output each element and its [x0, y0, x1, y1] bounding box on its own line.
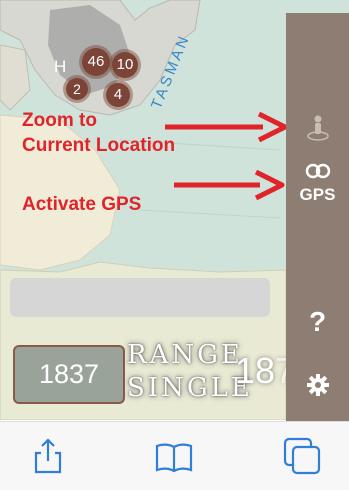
cluster-46[interactable]: 46: [82, 48, 110, 76]
settings-button[interactable]: [286, 373, 349, 403]
cluster-2[interactable]: 2: [66, 78, 88, 100]
cluster-count: 4: [113, 86, 123, 103]
annotation-zoom: Zoom to Current Location: [22, 108, 175, 158]
mode-single[interactable]: SINGLE: [127, 373, 253, 403]
share-icon: [34, 438, 62, 474]
bookmarks-button[interactable]: [154, 436, 194, 476]
help-icon: ?: [308, 306, 327, 337]
gear-icon: [306, 374, 329, 396]
bookmarks-icon: [155, 443, 193, 473]
cluster-count: 2: [73, 81, 81, 97]
browser-toolbar: [0, 421, 349, 490]
person-location-icon: [306, 115, 329, 141]
timeline-bar[interactable]: [10, 278, 270, 317]
cluster-10[interactable]: 10: [112, 52, 138, 78]
place-label: H: [54, 57, 66, 76]
gps-button[interactable]: GPS: [286, 163, 349, 211]
start-year-box[interactable]: 1837: [13, 345, 125, 404]
annotation-arrow-zoom: [165, 112, 288, 142]
annotation-zoom-line1: Zoom to: [22, 110, 97, 131]
cluster-4[interactable]: 4: [106, 83, 130, 107]
help-button[interactable]: ?: [286, 306, 349, 340]
mode-range[interactable]: RANGE: [127, 340, 243, 370]
tabs-icon: [283, 437, 321, 475]
end-year-visible: 18: [235, 350, 276, 391]
share-button[interactable]: [28, 436, 68, 476]
cluster-count: 10: [116, 56, 134, 73]
cluster-count: 46: [87, 53, 105, 70]
annotation-arrow-gps: [174, 170, 285, 200]
annotation-zoom-line2: Current Location: [22, 135, 176, 156]
annotation-gps: Activate GPS: [22, 194, 142, 215]
gps-label: GPS: [299, 185, 336, 204]
start-year: 1837: [38, 359, 100, 389]
gps-toggle-icon: [305, 163, 330, 179]
map-control-panel: GPS ?: [286, 13, 349, 421]
tabs-button[interactable]: [282, 436, 322, 476]
zoom-to-location-button[interactable]: [286, 113, 349, 143]
